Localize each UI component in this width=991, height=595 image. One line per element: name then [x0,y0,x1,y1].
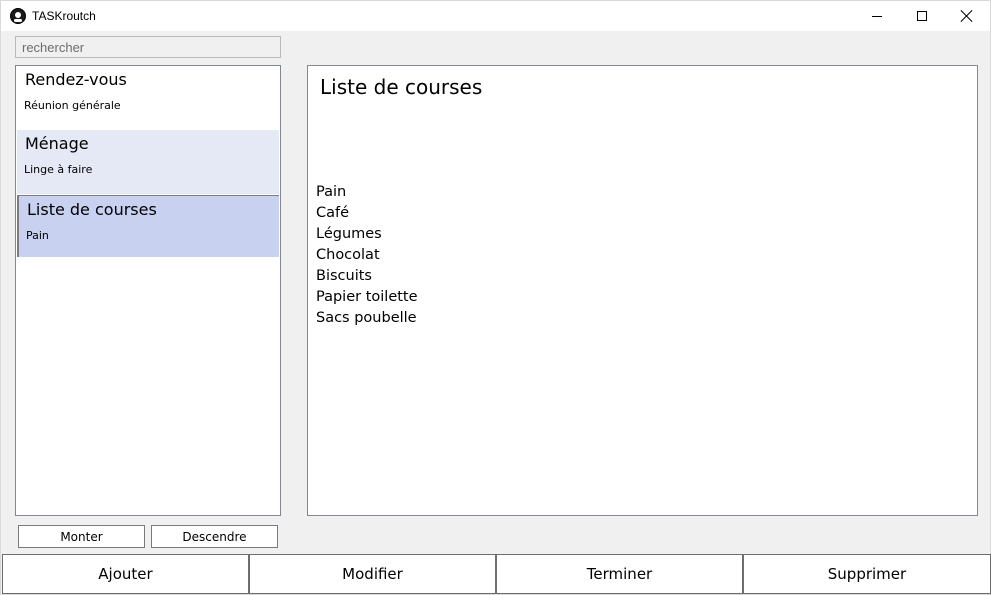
task-list[interactable]: Rendez-vous Réunion générale Ménage Ling… [15,65,281,516]
task-subtitle: Réunion générale [24,99,121,112]
action-bar: Ajouter Modifier Terminer Supprimer [1,554,991,595]
move-down-button[interactable]: Descendre [151,525,278,548]
task-subtitle: Linge à faire [24,163,93,176]
detail-title: Liste de courses [320,75,483,99]
detail-line: Pain [316,184,347,200]
maximize-icon [917,11,927,21]
search-input[interactable] [15,36,281,58]
finish-button[interactable]: Terminer [496,554,743,594]
add-button[interactable]: Ajouter [2,554,249,594]
move-up-button[interactable]: Monter [18,525,145,548]
detail-line: Chocolat [316,247,380,263]
minimize-button[interactable] [854,1,900,31]
edit-button[interactable]: Modifier [249,554,496,594]
list-item-liste-de-courses[interactable]: Liste de courses Pain [17,195,279,257]
delete-button[interactable]: Supprimer [743,554,991,594]
list-item-rendez-vous[interactable]: Rendez-vous Réunion générale [17,66,279,130]
list-item-menage[interactable]: Ménage Linge à faire [17,130,279,194]
detail-line: Biscuits [316,268,372,284]
skull-icon [10,8,26,24]
detail-line: Papier toilette [316,289,418,305]
window-title: TASKroutch [32,9,96,23]
task-subtitle: Pain [26,229,49,242]
task-title: Rendez-vous [25,70,127,89]
minimize-icon [872,15,882,17]
detail-line: Sacs poubelle [316,310,417,326]
task-title: Liste de courses [27,200,157,219]
task-title: Ménage [25,134,89,153]
maximize-button[interactable] [899,1,945,31]
detail-line: Légumes [316,226,382,242]
detail-body: Pain Café Légumes Chocolat Biscuits Papi… [316,182,418,329]
close-button[interactable] [944,1,990,31]
task-detail-panel[interactable]: Liste de courses Pain Café Légumes Choco… [307,65,978,516]
title-bar[interactable]: TASKroutch [1,1,990,31]
app-window: TASKroutch Rendez-vous Réunion générale … [0,0,991,595]
detail-line: Café [316,205,350,221]
close-icon [961,10,973,22]
